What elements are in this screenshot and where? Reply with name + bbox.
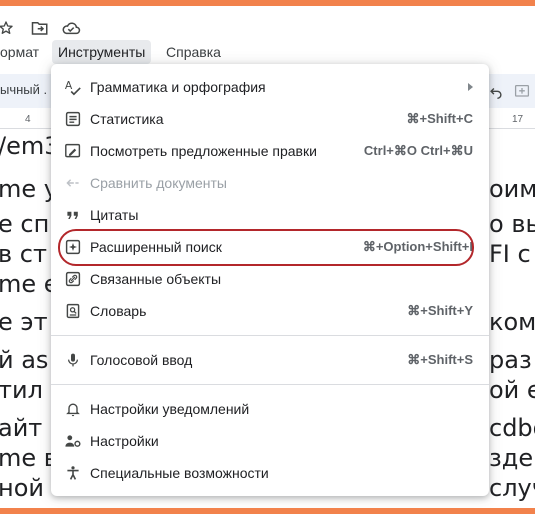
quote-icon — [63, 205, 83, 225]
document-text-fragment: ой е — [489, 376, 535, 404]
move-to-folder-icon[interactable] — [30, 18, 50, 38]
accessibility-icon — [63, 463, 83, 483]
menu-divider — [51, 384, 489, 385]
menu-item-preferences[interactable]: Настройки — [51, 425, 489, 457]
menu-item-label: Грамматика и орфография — [90, 79, 266, 95]
ruler-number: 4 — [25, 114, 31, 125]
document-text-fragment: случ — [489, 474, 535, 502]
menu-item-review-suggested-edits[interactable]: Посмотреть предложенные правки Ctrl+⌘O C… — [51, 135, 489, 167]
highlight-annotation — [58, 229, 474, 266]
spellcheck-icon: A — [63, 77, 83, 97]
menu-item-label: Голосовой ввод — [90, 352, 193, 368]
menu-item-linked-objects[interactable]: Связанные объекты — [51, 263, 489, 295]
document-text-fragment: раз — [489, 346, 532, 374]
menu-item-spelling-grammar[interactable]: A Грамматика и орфография — [51, 71, 489, 103]
linked-objects-icon — [63, 269, 83, 289]
star-icon[interactable] — [0, 18, 16, 38]
document-text-fragment: комо — [489, 308, 535, 336]
menu-divider — [51, 335, 489, 336]
top-border — [0, 0, 535, 6]
menu-item-word-count[interactable]: Статистика ⌘+Shift+C — [51, 103, 489, 135]
menu-item-label: Статистика — [90, 111, 164, 127]
document-text-line: me в — [0, 444, 58, 472]
menu-item-voice-typing[interactable]: Голосовой ввод ⌘+Shift+S — [51, 344, 489, 376]
menu-item-shortcut: Ctrl+⌘O Ctrl+⌘U — [363, 143, 473, 158]
menu-item-label: Настройки — [90, 433, 159, 449]
document-text-fragment: о вы — [489, 210, 535, 238]
bottom-border — [0, 508, 535, 514]
word-count-icon — [63, 109, 83, 129]
menu-item-label: Цитаты — [90, 207, 139, 223]
menu-item-label: Настройки уведомлений — [90, 401, 250, 417]
document-text-fragment: cdbo — [489, 414, 535, 442]
tools-dropdown-menu: A Грамматика и орфография Статистика ⌘+S… — [51, 64, 489, 496]
menu-item-label: Словарь — [90, 303, 147, 319]
document-text-fragment: зде — [489, 444, 534, 472]
document-text-line: тил — [0, 376, 43, 404]
paragraph-style-select[interactable]: ычный . — [0, 82, 47, 97]
document-text-line: me у — [0, 175, 58, 203]
preferences-icon — [63, 431, 83, 451]
submenu-arrow-icon — [468, 83, 473, 91]
document-text-fragment: FI c — [489, 240, 531, 268]
document-text-line: e сп — [0, 210, 50, 238]
document-text-line: айт — [0, 414, 43, 442]
bell-icon — [63, 399, 83, 419]
menu-item-label: Специальные возможности — [90, 465, 269, 481]
menu-item-shortcut: ⌘+Shift+Y — [407, 303, 473, 318]
cloud-saved-icon[interactable] — [61, 18, 81, 38]
menu-help[interactable]: Справка — [160, 40, 227, 64]
menu-item-notification-settings[interactable]: Настройки уведомлений — [51, 393, 489, 425]
menu-item-label: Сравнить документы — [90, 175, 227, 191]
document-text-line: me е — [0, 270, 59, 298]
document-text-line: ной — [0, 474, 44, 502]
menu-item-accessibility[interactable]: Специальные возможности — [51, 457, 489, 489]
svg-text:A: A — [65, 79, 73, 92]
menubar: ормат Инструменты Справка — [0, 40, 535, 64]
menu-tools[interactable]: Инструменты — [52, 40, 152, 64]
menu-item-label: Связанные объекты — [90, 271, 222, 287]
menu-item-shortcut: ⌘+Shift+S — [407, 352, 473, 367]
menu-item-citations[interactable]: Цитаты — [51, 199, 489, 231]
ruler-number: 17 — [512, 114, 524, 125]
menu-format[interactable]: ормат — [0, 40, 45, 64]
review-edits-icon — [63, 141, 83, 161]
undo-icon[interactable] — [486, 82, 506, 102]
menu-item-compare-documents[interactable]: Сравнить документы — [51, 167, 489, 199]
menu-item-dictionary[interactable]: Словарь ⌘+Shift+Y — [51, 295, 489, 327]
compare-icon — [63, 173, 83, 193]
menu-item-shortcut: ⌘+Shift+C — [406, 111, 473, 126]
document-text-line: в ст — [0, 240, 47, 268]
menu-item-label: Посмотреть предложенные правки — [90, 143, 317, 159]
document-text-fragment: оим — [489, 175, 535, 203]
document-text-line: й as — [0, 346, 49, 374]
microphone-icon — [63, 350, 83, 370]
document-text-line: e эт — [0, 308, 48, 336]
dictionary-icon — [63, 301, 83, 321]
add-comment-icon[interactable] — [512, 82, 532, 102]
